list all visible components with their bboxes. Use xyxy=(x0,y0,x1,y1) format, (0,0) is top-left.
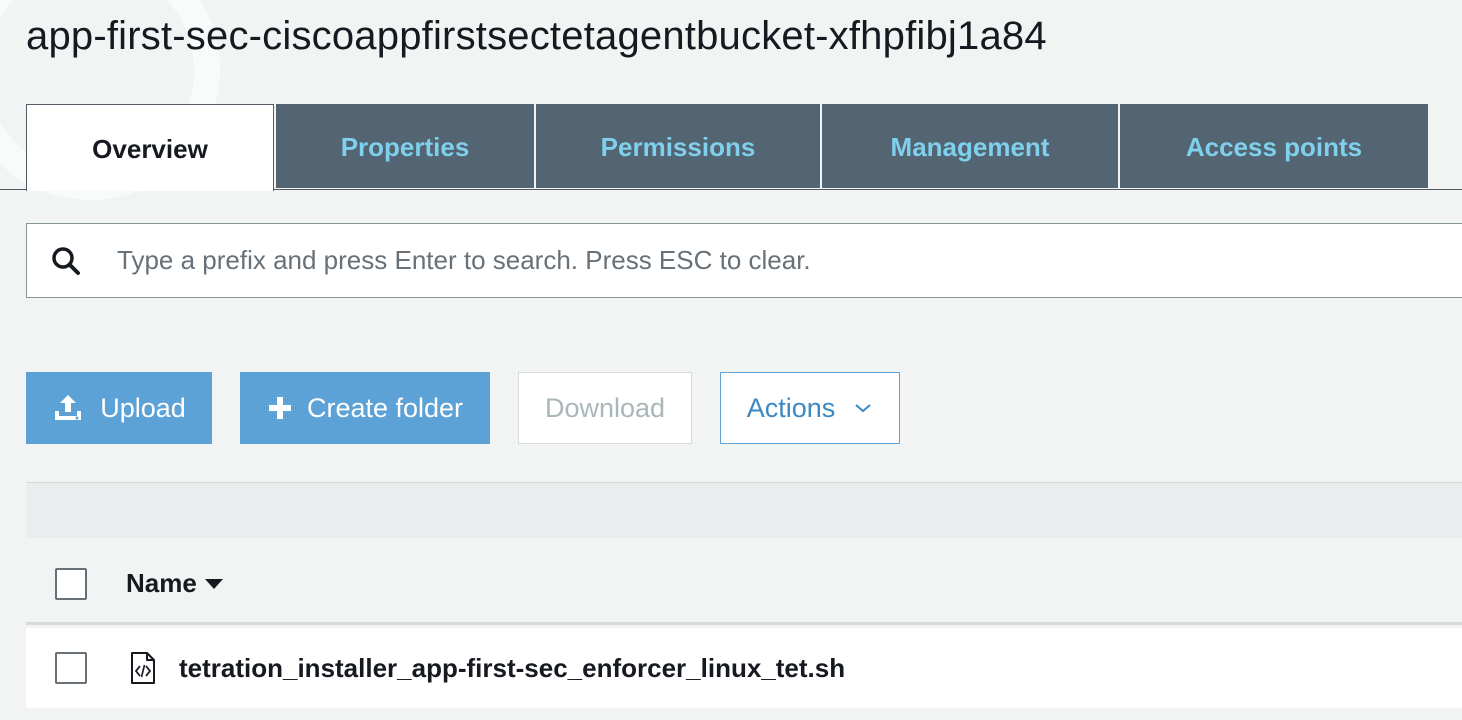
table-toolbar xyxy=(26,482,1462,538)
chevron-down-icon xyxy=(853,402,873,414)
tab-label: Permissions xyxy=(600,131,756,162)
tab-management[interactable]: Management xyxy=(822,104,1118,188)
upload-icon xyxy=(52,393,84,423)
column-header-label: Name xyxy=(126,568,197,598)
create-folder-label: Create folder xyxy=(306,392,464,423)
tab-label: Management xyxy=(890,131,1050,162)
upload-label: Upload xyxy=(100,392,186,423)
search-icon xyxy=(51,245,83,277)
tab-label: Overview xyxy=(92,133,208,164)
tab-label: Properties xyxy=(340,131,470,162)
download-label: Download xyxy=(544,392,666,423)
tab-access-points[interactable]: Access points xyxy=(1120,104,1428,188)
select-all-checkbox[interactable] xyxy=(55,567,87,600)
bucket-title: app-first-sec-ciscoappfirstsectetagentbu… xyxy=(26,14,1047,58)
download-button[interactable]: Download xyxy=(518,372,692,444)
plus-icon xyxy=(267,395,293,421)
search-bar xyxy=(26,223,1462,298)
tab-permissions[interactable]: Permissions xyxy=(536,104,820,188)
actions-dropdown[interactable]: Actions xyxy=(720,372,900,444)
sort-descending-icon xyxy=(204,578,223,589)
tab-overview[interactable]: Overview xyxy=(26,104,274,191)
tab-properties[interactable]: Properties xyxy=(276,104,534,188)
create-folder-button[interactable]: Create folder xyxy=(240,372,490,444)
file-name-link[interactable]: tetration_installer_app-first-sec_enforc… xyxy=(179,653,845,684)
script-file-icon xyxy=(129,651,157,685)
upload-button[interactable]: Upload xyxy=(26,372,212,444)
column-header-name[interactable]: Name xyxy=(126,568,223,599)
actions-label: Actions xyxy=(746,392,836,423)
row-checkbox[interactable] xyxy=(55,652,87,684)
table-header: Name xyxy=(26,545,1462,625)
tab-label: Access points xyxy=(1185,131,1363,162)
s3-bucket-page: app-first-sec-ciscoappfirstsectetagentbu… xyxy=(0,0,1462,720)
search-input[interactable] xyxy=(117,245,1317,276)
table-row[interactable]: tetration_installer_app-first-sec_enforc… xyxy=(26,628,1462,708)
